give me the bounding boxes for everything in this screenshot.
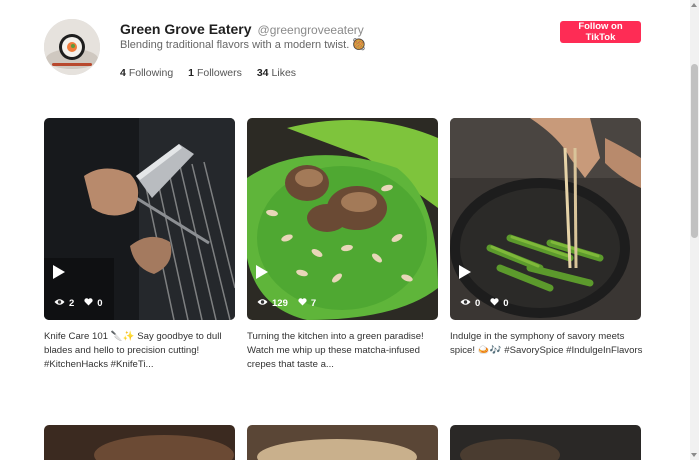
following-count: 4: [120, 67, 126, 79]
view-count: 2: [69, 298, 75, 309]
video-thumbnail[interactable]: [44, 425, 235, 460]
profile-name-row: Green Grove Eatery @greengroveeatery: [120, 21, 364, 39]
tiktok-profile-card: Green Grove Eatery @greengroveeatery Blen…: [0, 0, 690, 460]
eye-icon: [54, 298, 65, 309]
following-label: Following: [128, 67, 174, 79]
avatar[interactable]: [44, 19, 100, 75]
followers-label: Followers: [196, 67, 242, 79]
view-count: 0: [475, 298, 481, 309]
profile-name[interactable]: Green Grove Eatery: [120, 21, 252, 37]
likes-stat: 34 Likes: [257, 67, 296, 79]
heart-icon: [84, 298, 93, 309]
heart-icon: [298, 298, 307, 309]
profile-bio: Blending traditional flavors with a mode…: [120, 39, 367, 51]
like-count: 7: [310, 298, 317, 309]
followers-stat: 1 Followers: [188, 67, 242, 79]
like-count: 0: [503, 298, 509, 309]
scrollbar-thumb[interactable]: [691, 64, 698, 238]
video-caption[interactable]: Turning the kitchen into a green paradis…: [247, 330, 440, 372]
video-caption[interactable]: Knife Care 101 🔪✨ Say goodbye to dull bl…: [44, 330, 237, 372]
video-caption[interactable]: Indulge in the symphony of savory meets …: [450, 330, 643, 358]
following-stat: 4 Following: [120, 67, 173, 79]
likes-count: 34: [256, 67, 269, 79]
followers-count: 1: [188, 67, 194, 79]
video-stats: 2 0: [54, 298, 113, 309]
play-icon: [256, 265, 268, 279]
profile-stats: 4 Following 1 Followers 34 Likes: [120, 67, 308, 79]
play-icon: [459, 265, 471, 279]
video-thumbnail-knife-care[interactable]: 2 0: [44, 118, 235, 320]
follow-on-tiktok-button[interactable]: Follow on TikTok: [560, 21, 641, 43]
scroll-up-arrow-icon[interactable]: [691, 3, 697, 7]
scroll-down-arrow-icon[interactable]: [691, 453, 697, 457]
play-icon: [53, 265, 65, 279]
likes-label: Likes: [271, 67, 297, 79]
eye-icon: [460, 298, 471, 309]
view-count: 129: [272, 298, 288, 309]
scrollbar[interactable]: [690, 0, 699, 460]
video-thumbnail-savory-spice[interactable]: 0 0: [450, 118, 641, 320]
video-thumbnail-matcha-crepes[interactable]: 129 7: [247, 118, 438, 320]
eye-icon: [257, 298, 268, 309]
video-thumbnail[interactable]: [450, 425, 641, 460]
like-count: 0: [97, 298, 103, 309]
video-stats: 0 0: [460, 298, 519, 309]
profile-handle[interactable]: @greengroveeatery: [258, 23, 364, 37]
video-stats: 129 7: [257, 298, 326, 309]
heart-icon: [490, 298, 499, 309]
video-thumbnail[interactable]: [247, 425, 438, 460]
